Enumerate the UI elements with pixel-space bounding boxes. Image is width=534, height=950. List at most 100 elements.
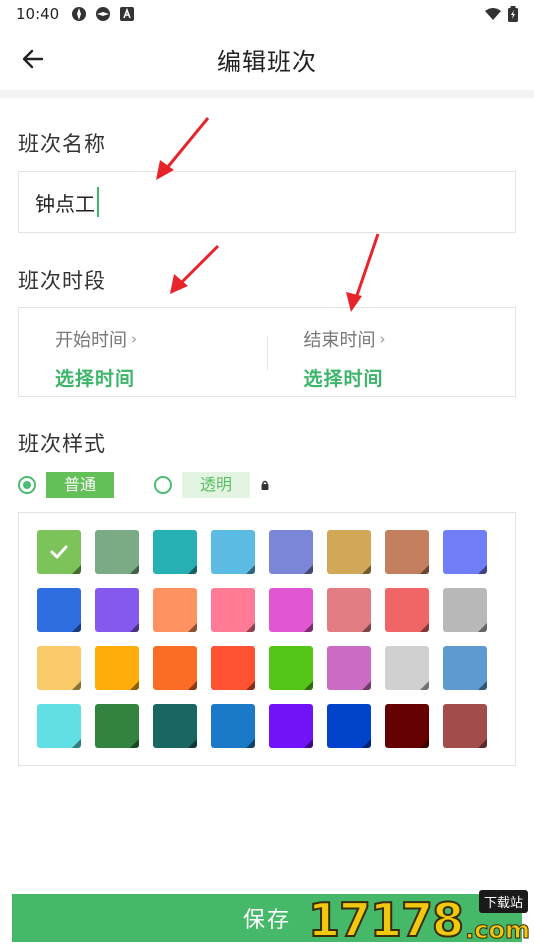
swatch-corner [130,681,139,690]
color-swatch[interactable] [95,530,139,574]
color-swatch[interactable] [327,588,371,632]
swatch-corner [478,681,487,690]
color-swatch[interactable] [385,646,429,690]
start-time-picker[interactable]: 开始时间 › 选择时间 [19,308,267,396]
swatch-corner [420,623,429,632]
color-swatch[interactable] [269,530,313,574]
swatch-corner [246,623,255,632]
color-swatch[interactable] [37,646,81,690]
color-swatch[interactable] [37,530,81,574]
a-notification-icon [120,7,135,21]
color-swatch[interactable] [269,646,313,690]
swatch-corner [362,565,371,574]
swatch-corner [478,565,487,574]
swatch-corner [478,739,487,748]
swatch-corner [304,739,313,748]
color-swatch[interactable] [327,646,371,690]
style-transparent-radio[interactable] [154,476,173,494]
swatch-corner [420,565,429,574]
swatch-corner [246,565,255,574]
color-swatch[interactable] [211,588,255,632]
swatch-corner [304,623,313,632]
swatch-corner [130,623,139,632]
color-swatch[interactable] [269,588,313,632]
swatch-corner [72,739,81,748]
color-swatch[interactable] [153,530,197,574]
color-palette [18,512,516,766]
swatch-corner [130,739,139,748]
end-time-value: 选择时间 [303,368,384,390]
checkmark-icon [37,530,81,574]
color-swatch[interactable] [327,530,371,574]
chevron-right-icon: › [379,330,386,348]
color-swatch[interactable] [269,704,313,748]
start-time-label: 开始时间 [55,330,127,351]
swatch-corner [72,681,81,690]
color-swatch[interactable] [443,646,487,690]
swatch-corner [246,681,255,690]
color-swatch[interactable] [153,704,197,748]
status-bar: 10:40 [0,0,534,28]
swatch-corner [246,739,255,748]
swatch-corner [130,565,139,574]
app-notification-icon [72,7,87,21]
swatch-corner [362,681,371,690]
swatch-corner [362,739,371,748]
swatch-corner [72,623,81,632]
swatch-corner [362,623,371,632]
annotation-arrow [346,233,380,312]
color-swatch[interactable] [211,530,255,574]
end-time-label: 结束时间 [303,330,376,351]
color-swatch[interactable] [95,588,139,632]
color-swatch[interactable] [385,530,429,574]
color-swatch[interactable] [95,646,139,690]
color-swatch[interactable] [443,588,487,632]
style-options: 普通 透明 [18,472,516,498]
color-swatch[interactable] [211,704,255,748]
app-notification-icon [96,7,111,21]
lock-icon [261,480,269,490]
page-title: 编辑班次 [217,47,317,76]
color-swatch[interactable] [153,588,197,632]
color-swatch[interactable] [385,704,429,748]
shift-name-input[interactable]: 钟点工 [18,171,516,233]
save-button[interactable]: 保存 [12,894,522,942]
text-caret [97,187,99,217]
annotation-arrow [170,244,220,294]
color-swatch[interactable] [211,646,255,690]
swatch-corner [304,565,313,574]
battery-icon [508,6,518,22]
color-swatch[interactable] [443,704,487,748]
color-swatch[interactable] [385,588,429,632]
swatch-corner [478,623,487,632]
shift-period-label: 班次时段 [18,269,106,293]
swatch-corner [304,681,313,690]
style-normal-chip[interactable]: 普通 [46,472,115,498]
color-swatch[interactable] [153,646,197,690]
swatch-corner [188,739,197,748]
shift-name-label: 班次名称 [18,132,106,156]
color-swatch[interactable] [95,704,139,748]
status-time: 10:40 [16,5,60,23]
start-time-value: 选择时间 [55,368,136,390]
app-bar: 编辑班次 [0,28,534,90]
end-time-picker[interactable]: 结束时间 › 选择时间 [268,308,516,396]
wifi-icon [485,8,501,20]
swatch-corner [420,739,429,748]
color-swatch[interactable] [327,704,371,748]
shift-period-box: 开始时间 › 选择时间 结束时间 › 选择时间 [18,307,516,397]
swatch-corner [188,623,197,632]
color-swatch[interactable] [37,704,81,748]
arrow-left-icon [22,49,44,69]
swatch-corner [188,565,197,574]
color-swatch[interactable] [37,588,81,632]
back-button[interactable] [18,44,48,74]
color-swatch[interactable] [443,530,487,574]
header-divider [0,90,534,98]
shift-style-label: 班次样式 [18,432,106,456]
chevron-right-icon: › [131,330,137,348]
swatch-corner [420,681,429,690]
style-transparent-chip[interactable]: 透明 [182,472,251,498]
swatch-corner [188,681,197,690]
style-normal-radio[interactable] [18,476,36,494]
